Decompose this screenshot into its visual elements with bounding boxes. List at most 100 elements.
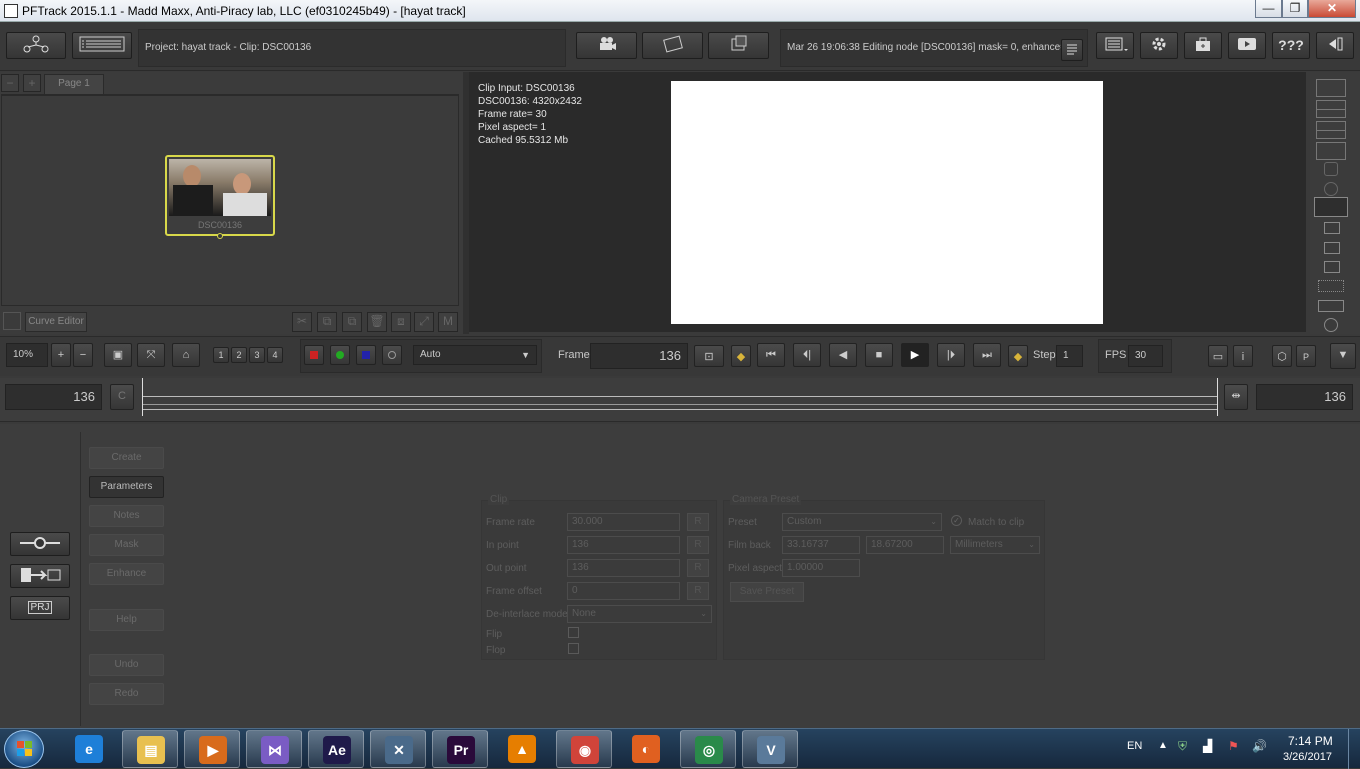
frame-field[interactable]: 136 xyxy=(590,343,688,369)
green-channel-button[interactable] xyxy=(330,345,350,365)
volume-icon[interactable]: 🔊 xyxy=(1252,739,1267,753)
toolbox-button[interactable] xyxy=(1184,32,1222,59)
aspect-icon[interactable]: ⤧ xyxy=(137,343,165,367)
node-output-port[interactable] xyxy=(217,233,223,239)
collapse-icon[interactable]: ▼ xyxy=(1330,343,1356,369)
refresh-icon[interactable] xyxy=(1324,182,1338,196)
out-point-reset-button[interactable]: R xyxy=(687,559,709,577)
fit-range-icon[interactable]: ⇹ xyxy=(1224,384,1248,410)
units-select[interactable]: Millimeters ⌄ xyxy=(950,536,1040,554)
step-field[interactable]: 1 xyxy=(1056,345,1083,367)
grid-wide-icon[interactable] xyxy=(1318,300,1344,312)
show-desktop-button[interactable] xyxy=(1348,729,1360,769)
mask-button[interactable]: Mask xyxy=(89,534,164,556)
p-button[interactable]: P xyxy=(1296,345,1316,367)
play-forward-button[interactable]: ▶ xyxy=(901,343,929,367)
pixel-aspect-input[interactable]: 1.00000 xyxy=(782,559,860,577)
export-button[interactable] xyxy=(708,32,769,59)
grid-add-icon[interactable] xyxy=(1324,222,1340,234)
channel-4-button[interactable]: 4 xyxy=(267,347,283,363)
channel-1-button[interactable]: 1 xyxy=(213,347,229,363)
close-button[interactable]: ✕ xyxy=(1308,0,1356,18)
zoom-in-button[interactable]: + xyxy=(23,74,41,92)
end-frame-field[interactable]: 136 xyxy=(1256,384,1353,410)
red-channel-button[interactable] xyxy=(304,345,324,365)
zoom-minus-button[interactable]: − xyxy=(73,343,93,367)
layout-single-icon[interactable] xyxy=(1316,79,1346,97)
deinterlace-select[interactable]: None ⌄ xyxy=(567,605,712,623)
send-to-viewer-button[interactable] xyxy=(10,564,70,588)
clock-time[interactable]: 7:14 PM xyxy=(1288,734,1333,748)
start-frame-field[interactable]: 136 xyxy=(5,384,102,410)
action-center-icon[interactable]: ⚑ xyxy=(1228,739,1239,753)
show-hidden-icons[interactable]: ▲ xyxy=(1158,740,1168,751)
cut-icon[interactable]: ✂ xyxy=(292,312,312,332)
grid-remove-icon[interactable] xyxy=(1324,242,1340,254)
page-tab[interactable]: Page 1 xyxy=(44,74,104,94)
fit-frame-icon[interactable]: ▣ xyxy=(104,343,132,367)
brightness-icon[interactable] xyxy=(1324,318,1338,332)
copy-node-icon[interactable]: ⧉ xyxy=(317,312,337,332)
taskbar-app-vegas[interactable]: V xyxy=(742,730,798,768)
help-side-button[interactable]: Help xyxy=(89,609,164,631)
undo-button[interactable]: Undo xyxy=(89,654,164,676)
taskbar-app-network-app[interactable]: ◎ xyxy=(680,730,736,768)
3d-cube-icon[interactable]: ⬡ xyxy=(1272,345,1292,367)
layout-button[interactable] xyxy=(1316,32,1354,59)
project-button[interactable]: PRJ xyxy=(10,596,70,620)
c-button[interactable]: C xyxy=(110,384,134,410)
preset-select[interactable]: Custom ⌄ xyxy=(782,513,942,531)
blue-channel-button[interactable] xyxy=(356,345,376,365)
taskbar-app-media-player[interactable]: ▶ xyxy=(184,730,240,768)
frame-rate-input[interactable]: 30.000 xyxy=(567,513,680,531)
start-button[interactable] xyxy=(4,730,44,768)
clock-date[interactable]: 3/26/2017 xyxy=(1283,751,1332,763)
taskbar-app-pftrack[interactable]: ✕ xyxy=(370,730,426,768)
clip-view-icon[interactable]: ▭ xyxy=(1208,345,1228,367)
help-button[interactable]: ??? xyxy=(1272,32,1310,59)
frame-offset-input[interactable]: 0 xyxy=(567,582,680,600)
node-canvas[interactable]: DSC00136 xyxy=(1,95,459,306)
forward-end-button[interactable]: ⏭ xyxy=(973,343,1001,367)
film-button[interactable] xyxy=(642,32,703,59)
film-back-height-input[interactable]: 18.67200 xyxy=(866,536,944,554)
taskbar-app-chrome[interactable]: ◉ xyxy=(556,730,612,768)
taskbar-app-firefox[interactable]: ◐ xyxy=(618,730,674,768)
delete-icon[interactable]: 🗑 xyxy=(367,312,387,332)
redo-button[interactable]: Redo xyxy=(89,683,164,705)
taskbar-app-premiere[interactable]: Pr xyxy=(432,730,488,768)
lock-icon[interactable] xyxy=(1324,162,1338,176)
language-indicator[interactable]: EN xyxy=(1127,740,1142,752)
taskbar-app-internet-explorer[interactable]: e xyxy=(61,730,117,768)
curve-editor-tab[interactable]: Curve Editor xyxy=(25,312,87,332)
zoom-field[interactable]: 10% xyxy=(6,343,48,367)
create-button[interactable]: Create xyxy=(89,447,164,469)
paste-node-icon[interactable]: ⧉ xyxy=(342,312,362,332)
grid-active-icon[interactable] xyxy=(1314,197,1348,217)
layout-split-h-icon[interactable] xyxy=(1316,100,1346,118)
duplicate-icon[interactable]: ⧈ xyxy=(391,312,411,332)
save-preset-button[interactable]: Save Preset xyxy=(730,582,804,602)
grid-icon[interactable] xyxy=(1324,261,1340,273)
notes-button[interactable]: Notes xyxy=(89,505,164,527)
frame-rate-reset-button[interactable]: R xyxy=(687,513,709,531)
enhance-button[interactable]: Enhance xyxy=(89,563,164,585)
display-mode-select[interactable]: Auto ▼ xyxy=(413,345,537,365)
step-back-button[interactable]: ⏴| xyxy=(793,343,821,367)
play-movie-button[interactable] xyxy=(1228,32,1266,59)
safe-remove-icon[interactable]: ⛨ xyxy=(1178,739,1187,754)
grid-dots-icon[interactable] xyxy=(1318,280,1344,292)
minimize-button[interactable]: — xyxy=(1255,0,1282,18)
list-view-button[interactable] xyxy=(72,32,132,59)
layout-quad-icon[interactable] xyxy=(1316,142,1346,160)
fps-field[interactable]: 30 xyxy=(1128,345,1163,367)
zoom-out-button[interactable]: − xyxy=(1,74,19,92)
out-point-input[interactable]: 136 xyxy=(567,559,680,577)
channel-3-button[interactable]: 3 xyxy=(249,347,265,363)
log-button[interactable] xyxy=(1061,39,1083,61)
node-tree-button[interactable] xyxy=(6,32,66,59)
play-reverse-button[interactable]: ◀ xyxy=(829,343,857,367)
camera-button[interactable] xyxy=(576,32,637,59)
network-signal-icon[interactable]: ▟ xyxy=(1203,739,1212,753)
channel-2-button[interactable]: 2 xyxy=(231,347,247,363)
